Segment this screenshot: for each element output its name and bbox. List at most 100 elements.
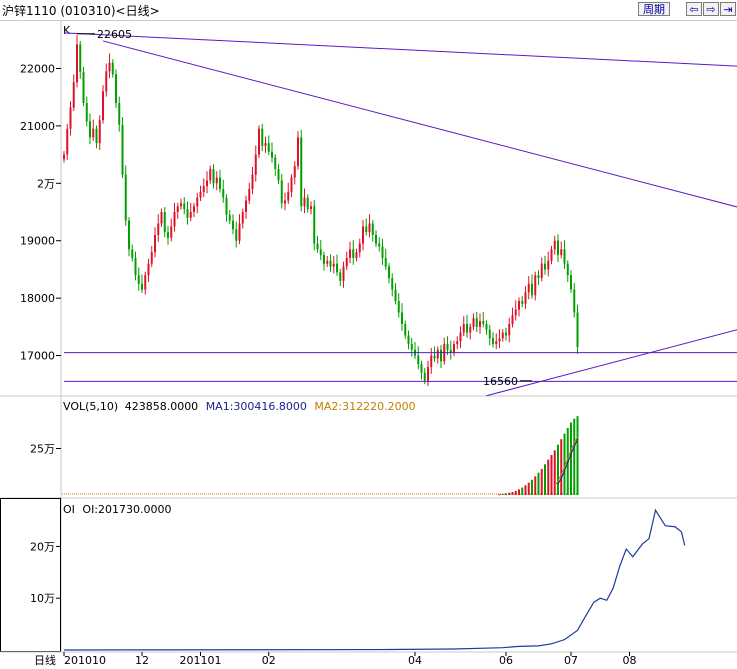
candle-body — [118, 102, 121, 125]
vol-legend: VOL(5,10) 423858.0000 MA1:300416.8000 MA… — [63, 400, 416, 413]
candle-body — [209, 168, 212, 181]
candle-body — [485, 323, 488, 330]
candle-body — [258, 128, 260, 155]
candle-body — [157, 223, 160, 235]
price-tick-label: 17000 — [20, 350, 55, 363]
candle-body — [167, 232, 169, 238]
candle-body — [95, 128, 98, 144]
candle-body — [518, 300, 520, 310]
candle-body — [147, 263, 150, 276]
candle-body — [79, 44, 82, 72]
candle-body — [378, 243, 381, 247]
candle-body — [66, 128, 69, 155]
vol-bar — [505, 493, 507, 495]
candle-body — [154, 234, 156, 253]
candle-body — [553, 240, 556, 250]
candle-body — [134, 257, 137, 276]
chart-canvas[interactable]: K VOL(5,10) 423858.0000 MA1:300416.8000 … — [0, 0, 737, 669]
candle-body — [254, 154, 257, 175]
candle-body — [521, 300, 524, 304]
x-tick-label: 02 — [262, 654, 276, 667]
candle-body — [248, 189, 251, 201]
candle-body — [488, 329, 491, 339]
candle-body — [550, 249, 553, 261]
candle-body — [160, 212, 163, 224]
vol-legend-ma1: MA1:300416.8000 — [206, 400, 307, 413]
oi-line — [63, 508, 686, 651]
candle-body — [527, 283, 530, 293]
candle-body — [362, 226, 364, 244]
candle-body — [456, 341, 459, 345]
candle-body — [446, 344, 449, 350]
candle-body — [576, 312, 579, 347]
candle-body — [128, 220, 130, 250]
candle-body — [105, 71, 108, 92]
vol-tick-label: 25万 — [30, 442, 55, 455]
candle-body — [193, 206, 195, 213]
candle-body — [316, 243, 319, 250]
candle-body — [566, 263, 569, 276]
vol-legend-ma2: MA2:312220.2000 — [314, 400, 415, 413]
candle-body — [238, 223, 241, 241]
candle-body — [508, 323, 511, 336]
candle-body — [381, 246, 384, 258]
vol-bar — [547, 459, 550, 495]
candle-body — [427, 367, 429, 381]
candle-body — [547, 260, 550, 270]
candle-body — [531, 283, 533, 296]
candle-body — [82, 71, 85, 103]
annotation-high: 22605 — [97, 28, 132, 41]
candle-body — [267, 143, 270, 152]
candle-body — [388, 266, 390, 279]
candle-body — [271, 151, 273, 158]
candle-body — [306, 197, 309, 210]
trendline — [63, 32, 737, 67]
candle-body — [300, 137, 303, 207]
candle-body — [228, 214, 231, 221]
vol-bar — [514, 490, 517, 495]
candle-body — [540, 263, 543, 279]
candle-body — [570, 275, 572, 290]
candle-body — [202, 186, 205, 192]
candle-body — [355, 252, 358, 258]
candle-body — [404, 323, 407, 336]
candle-body — [274, 157, 277, 169]
candle-body — [336, 263, 338, 273]
candle-body — [280, 180, 283, 204]
candle-body — [371, 223, 374, 235]
candle-body — [85, 102, 88, 122]
candle-body — [290, 177, 293, 192]
candle-body — [345, 257, 348, 267]
candle-body — [505, 332, 507, 336]
candle-body — [358, 243, 361, 253]
x-tick-label: 12 — [135, 654, 149, 667]
candle-body — [560, 249, 563, 256]
candle-body — [342, 266, 345, 281]
candle-body — [163, 212, 166, 233]
candle-body — [310, 206, 312, 210]
vol-bar — [550, 455, 553, 495]
candle-body — [180, 203, 182, 207]
candle-body — [235, 229, 238, 241]
candle-body — [241, 212, 244, 224]
kline-label: K — [63, 24, 71, 37]
vol-legend-value: 423858.0000 — [125, 400, 198, 413]
candle-body — [573, 289, 576, 313]
candle-body — [563, 249, 566, 264]
candle-body — [141, 283, 143, 290]
candle-body — [131, 249, 134, 258]
vol-legend-name: VOL(5,10) — [63, 400, 118, 413]
candle-body — [150, 252, 153, 264]
candle-body — [115, 74, 117, 103]
candle-body — [365, 226, 368, 233]
candle-body — [368, 223, 371, 233]
oi-tick-label: 10万 — [30, 592, 55, 605]
candle-body — [251, 174, 254, 190]
candle-body — [417, 355, 420, 365]
candle-body — [511, 315, 514, 324]
candle-body — [63, 154, 65, 160]
candle-body — [303, 197, 306, 207]
vol-bar — [576, 416, 579, 495]
vol-bar — [573, 418, 576, 495]
candle-body — [537, 275, 540, 279]
